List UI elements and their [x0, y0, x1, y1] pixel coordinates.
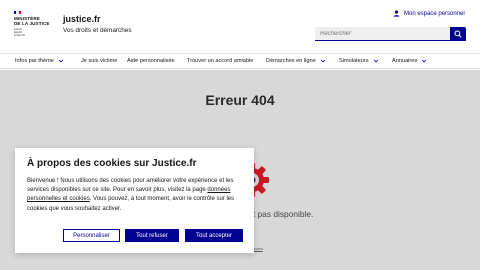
site-tagline: Vos droits et démarches	[63, 27, 132, 34]
nav-item-demarches-en-ligne[interactable]: Démarches en ligne	[266, 58, 326, 64]
customize-button[interactable]: Personnaliser	[63, 229, 120, 242]
chevron-down-icon	[320, 59, 325, 62]
nav-item-annuaires[interactable]: Annuaires	[392, 58, 427, 64]
site-title[interactable]: justice.fr	[63, 14, 101, 24]
accept-all-button[interactable]: Tout accepter	[185, 229, 243, 242]
logo-motto: Liberté Égalité Fraternité	[14, 28, 52, 37]
french-flag-icon	[14, 11, 21, 14]
nav-item-aide-personnalisee[interactable]: Aide personnalisée	[127, 58, 175, 64]
account-link-label: Mon espace personnel	[404, 10, 465, 17]
main-nav: Infos par thème Je suis victime Aide per…	[0, 53, 480, 69]
logo-line-2: de la justice	[14, 21, 50, 26]
nav-item-label: Je suis victime	[81, 57, 118, 64]
search-bar	[315, 27, 466, 41]
nav-item-label: Démarches en ligne	[266, 57, 316, 64]
account-link[interactable]: Mon espace personnel	[393, 10, 465, 17]
chevron-down-icon	[422, 59, 427, 62]
search-button[interactable]	[450, 27, 466, 41]
nav-item-label: Annuaires	[392, 57, 418, 64]
cookie-body-text: Bienvenue ! Nous utilisons des cookies p…	[27, 178, 234, 194]
nav-item-label: Simulateurs	[339, 57, 369, 64]
logo-motto-line-3: Fraternité	[14, 34, 26, 37]
cookie-body: Bienvenue ! Nous utilisons des cookies p…	[27, 177, 245, 214]
nav-item-label: Trouver un accord amiable	[187, 57, 254, 64]
cookie-title: À propos des cookies sur Justice.fr	[27, 158, 197, 169]
chevron-down-icon	[58, 59, 63, 62]
nav-item-label: Aide personnalisée	[127, 57, 175, 64]
refuse-all-button[interactable]: Tout refuser	[125, 229, 179, 242]
nav-item-infos-par-theme[interactable]: Infos par thème	[15, 58, 64, 64]
search-icon	[454, 30, 462, 38]
nav-item-je-suis-victime[interactable]: Je suis victime	[81, 58, 117, 64]
search-input[interactable]	[315, 27, 450, 41]
site-header: Ministère de la justice Liberté Égalité …	[0, 0, 480, 50]
nav-item-simulateurs[interactable]: Simulateurs	[339, 58, 379, 64]
user-icon	[393, 10, 400, 17]
chevron-down-icon	[373, 59, 378, 62]
nav-item-label: Infos par thème	[15, 57, 54, 64]
ministry-logo[interactable]: Ministère de la justice Liberté Égalité …	[14, 11, 52, 37]
nav-item-trouver-un-accord[interactable]: Trouver un accord amiable	[187, 58, 253, 64]
